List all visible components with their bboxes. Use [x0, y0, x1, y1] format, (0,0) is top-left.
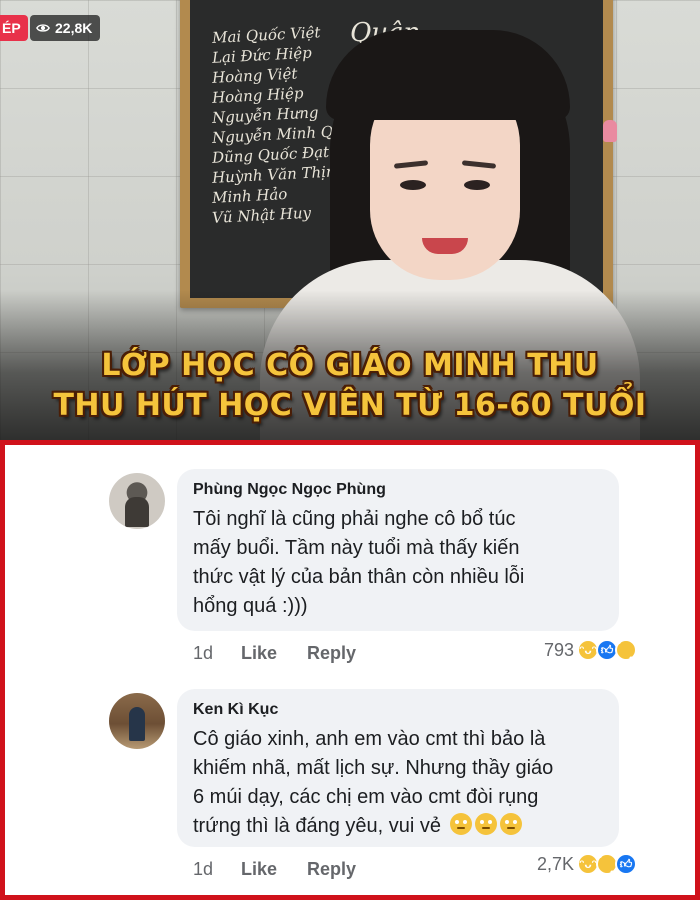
avatar[interactable]	[109, 473, 165, 529]
like-button[interactable]: Like	[241, 859, 307, 880]
left-brow	[393, 160, 429, 169]
reaction-count: 2,7K	[536, 853, 574, 874]
livestream-frame: Mai Quốc Việt Lại Đức Hiệp Hoàng Việt Ho…	[0, 0, 700, 440]
comment-body: Cô giáo xinh, anh em vào cmt thì bảo là …	[193, 725, 603, 841]
comment-author[interactable]: Ken Kì Kục	[193, 699, 603, 721]
rolling-eyes-icon	[499, 813, 522, 835]
comment-actions: 1d Like Reply	[193, 643, 356, 664]
reply-button[interactable]: Reply	[307, 859, 356, 880]
comment-author[interactable]: Phùng Ngọc Ngọc Phùng	[193, 479, 603, 501]
headline-line-1: LỚP HỌC CÔ GIÁO MINH THU	[101, 348, 599, 383]
comment-text: Tôi nghĩ là cũng phải nghe cô bổ túc mấy…	[193, 508, 525, 617]
rolling-eyes-icon	[449, 813, 472, 835]
comment-bubble: Phùng Ngọc Ngọc Phùng Tôi nghĩ là cũng p…	[177, 469, 619, 631]
presenter-bangs	[326, 30, 570, 120]
reaction-count: 793	[543, 639, 574, 660]
rolling-eyes-icon	[474, 813, 497, 835]
like-button[interactable]: Like	[241, 643, 307, 664]
comments-panel: Phùng Ngọc Ngọc Phùng Tôi nghĩ là cũng p…	[0, 440, 700, 900]
sad-icon: •︵•	[615, 635, 637, 665]
like-icon: 👍︎	[615, 853, 637, 875]
reply-button[interactable]: Reply	[307, 643, 356, 664]
avatar[interactable]	[109, 693, 165, 749]
left-eye	[400, 180, 426, 190]
eye-icon	[36, 24, 50, 32]
headline-line-2: THU HÚT HỌC VIÊN TỪ 16-60 TUỔI	[53, 388, 647, 423]
lips	[422, 238, 468, 254]
reaction-summary[interactable]: 2,7K ᵔᴗᵔ •︵• 👍︎	[536, 849, 637, 879]
viewer-count-badge: 22,8K	[30, 15, 101, 41]
comment-bubble: Ken Kì Kục Cô giáo xinh, anh em vào cmt …	[177, 689, 619, 847]
right-eye	[464, 180, 490, 190]
reaction-summary[interactable]: 793 ᵔᴗᵔ 👍︎ •︵•	[543, 635, 637, 665]
live-badge: ÉP	[0, 15, 28, 41]
comment-text: Cô giáo xinh, anh em vào cmt thì bảo là …	[193, 728, 554, 837]
right-brow	[461, 160, 497, 169]
viewer-count: 22,8K	[55, 20, 93, 36]
comment-time[interactable]: 1d	[193, 859, 241, 880]
comment-actions: 1d Like Reply	[193, 859, 356, 880]
comment-time[interactable]: 1d	[193, 643, 241, 664]
